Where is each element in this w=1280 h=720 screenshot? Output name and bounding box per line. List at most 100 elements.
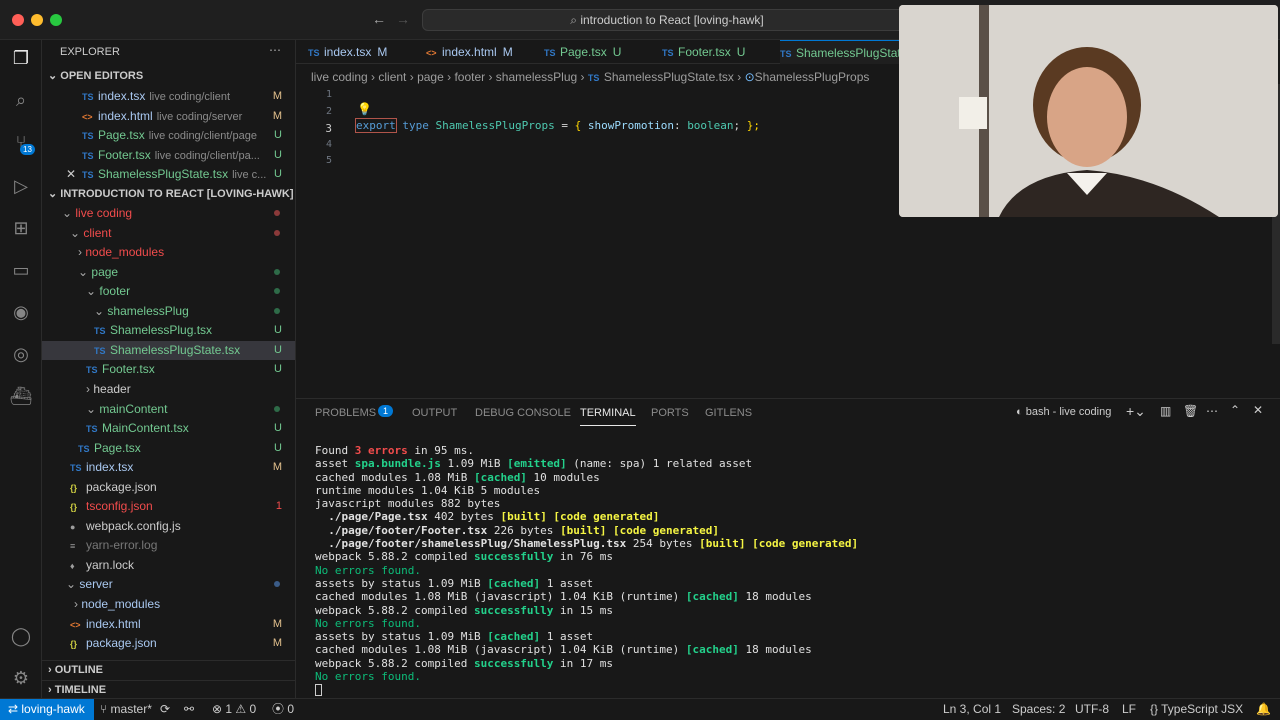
close-window-button[interactable] [12, 14, 24, 26]
forward-arrow-icon[interactable]: → [396, 11, 410, 27]
breadcrumb-item[interactable]: client [378, 70, 406, 84]
outline-section[interactable]: › OUTLINE [42, 660, 295, 679]
account-icon[interactable]: ◯ [9, 624, 33, 648]
minimize-window-button[interactable] [31, 14, 43, 26]
terminal-output[interactable]: Found 3 errors in 95 ms. asset spa.bundle… [315, 444, 858, 683]
open-editor-item[interactable]: ✕ TS ShamelessPlugState.tsx live c... U [42, 165, 295, 184]
split-terminal-icon[interactable]: ▥ [1160, 404, 1171, 418]
breadcrumb-item[interactable]: ShamelessPlugState.tsx [604, 70, 734, 84]
terminal-selector[interactable]: ◐ bash - live coding [1016, 406, 1111, 418]
editor-tab[interactable]: TS ShamelessPlugStat [780, 40, 901, 64]
file-tree-item[interactable]: TS index.tsx M [42, 458, 295, 477]
file-tree-item[interactable]: › node_modules [42, 243, 295, 262]
panel-tab[interactable]: TERMINAL [580, 407, 636, 426]
panel-tab[interactable]: OUTPUT [412, 407, 457, 419]
new-terminal-icon[interactable]: +⌄ [1126, 403, 1146, 420]
file-tree-item[interactable]: › header [42, 380, 295, 399]
terminal-text: in 95 ms. [407, 444, 474, 457]
extensions-icon[interactable]: ⊞ [9, 216, 33, 240]
breadcrumb-item[interactable]: page [417, 70, 444, 84]
open-editors-header[interactable]: ⌄ OPEN EDITORS [42, 67, 295, 86]
back-arrow-icon[interactable]: ← [372, 11, 386, 27]
terminal-text: 10 modules [526, 470, 600, 484]
file-tree-item[interactable]: ⌄ shamelessPlug [42, 302, 295, 321]
file-tree-item[interactable]: TS ShamelessPlugState.tsx U [42, 340, 295, 360]
open-editor-item[interactable]: TS index.tsx live coding/client M [42, 87, 295, 106]
problems-indicator[interactable]: ⊗ 1 ⚠ 0 [212, 699, 256, 719]
maximize-panel-icon[interactable]: ⌃ [1230, 403, 1240, 417]
file-tree-item[interactable]: TS Footer.tsx U [42, 360, 295, 379]
breadcrumb-item[interactable]: live coding [311, 70, 368, 84]
encoding[interactable]: UTF-8 [1075, 699, 1109, 719]
panel-tab[interactable]: GITLENS [705, 407, 752, 419]
panel-tab[interactable]: PORTS [651, 407, 689, 419]
more-actions-icon[interactable]: ⋯ [269, 43, 281, 57]
file-tree-item[interactable]: ⌄ live coding [42, 204, 295, 223]
file-tree-item[interactable]: {} package.json M [42, 634, 295, 653]
more-actions-icon[interactable]: ⋯ [1206, 404, 1218, 418]
gitlens-icon[interactable]: ◉ [9, 300, 33, 324]
file-name: index.html [86, 616, 141, 631]
editor-tab[interactable]: TS Page.tsx U [544, 40, 621, 64]
file-tree-item[interactable]: <> index.html M [42, 615, 295, 634]
gitlens-inspect-icon[interactable]: ◎ [9, 342, 33, 366]
file-name: package.json [86, 636, 157, 651]
project-header[interactable]: ⌄ INTRODUCTION TO REACT [LOVING-HAWK] [42, 185, 295, 204]
notifications-icon[interactable]: 🔔 [1256, 699, 1271, 719]
close-panel-icon[interactable]: ✕ [1253, 403, 1263, 417]
remote-indicator[interactable]: ⇄ loving-hawk [0, 699, 94, 720]
file-tree-item[interactable]: ♦ yarn.lock [42, 556, 295, 575]
file-tree-item[interactable]: ⌄ server [42, 575, 295, 594]
editor-tab[interactable]: <> index.html M [426, 40, 513, 64]
open-editor-item[interactable]: TS Page.tsx live coding/client/page U [42, 126, 295, 145]
breadcrumb-item[interactable]: footer [454, 70, 485, 84]
file-name: yarn.lock [86, 557, 135, 572]
remote-explorer-icon[interactable]: ▭ [9, 258, 33, 282]
file-tree-item[interactable]: TS MainContent.tsx U [42, 419, 295, 438]
language-mode[interactable]: {} TypeScript JSX [1150, 699, 1243, 719]
editor-tab[interactable]: TS Footer.tsx U [662, 40, 745, 64]
ports-indicator[interactable]: ⦿ 0 [272, 699, 294, 719]
timeline-section[interactable]: › TIMELINE [42, 680, 295, 698]
terminal-text: 3 errors [354, 444, 408, 457]
file-tree-item[interactable]: ⌄ client [42, 224, 295, 243]
webcam-overlay [899, 5, 1278, 217]
maximize-window-button[interactable] [50, 14, 62, 26]
end-of-line[interactable]: LF [1122, 699, 1136, 719]
indentation[interactable]: Spaces: 2 [1012, 699, 1065, 719]
search-icon[interactable]: ⌕ [9, 88, 33, 112]
file-tree-item[interactable]: ● webpack.config.js [42, 517, 295, 536]
cursor-position[interactable]: Ln 3, Col 1 [943, 699, 1001, 719]
explorer-sidebar: EXPLORER ⋯ ⌄ OPEN EDITORS TS index.tsx liv… [42, 40, 296, 698]
terminal-line: No errors found. [315, 564, 858, 577]
open-editor-item[interactable]: <> index.html live coding/server M [42, 107, 295, 126]
file-tree-item[interactable]: ⌄ mainContent [42, 400, 295, 419]
file-tree-item[interactable]: ⌄ page [42, 263, 295, 282]
file-tree-item[interactable]: TS ShamelessPlug.tsx U [42, 321, 295, 340]
settings-gear-icon[interactable]: ⚙ [9, 666, 33, 690]
open-editor-item[interactable]: TS Footer.tsx live coding/client/pa... U [42, 146, 295, 165]
terminal-text: No errors found. [315, 563, 421, 577]
breadcrumb-item[interactable]: shamelessPlug [496, 70, 577, 84]
file-tree-item[interactable]: ⌄ footer [42, 282, 295, 301]
sync-icon[interactable]: ⟳ [160, 699, 170, 719]
terminal-text: [cached] [685, 590, 739, 604]
file-tree-item[interactable]: ≡ yarn-error.log [42, 536, 295, 555]
editor-tab[interactable]: TS index.tsx M [308, 40, 387, 64]
file-tree-item[interactable]: {} package.json [42, 478, 295, 497]
panel-tab[interactable]: DEBUG CONSOLE [475, 407, 571, 419]
gitlens-status-icon[interactable]: ⚯ [184, 699, 194, 719]
file-tree-item[interactable]: TS Page.tsx U [42, 439, 295, 458]
close-icon[interactable]: ✕ [66, 165, 76, 184]
branch-indicator[interactable]: ⑂ master* [100, 699, 152, 719]
panel-tab[interactable]: PROBLEMS [315, 407, 376, 419]
run-debug-icon[interactable]: ▷ [9, 174, 33, 198]
trash-icon[interactable]: 🗑 [1183, 404, 1198, 418]
explorer-icon[interactable]: ❐ [9, 46, 33, 70]
file-tree-item[interactable]: › node_modules [42, 595, 295, 614]
file-tree-item[interactable]: {} tsconfig.json 1 [42, 497, 295, 516]
docker-icon[interactable]: ⛴ [9, 384, 33, 408]
command-center[interactable]: ⌕ introduction to React [loving-hawk] [422, 9, 912, 31]
breadcrumb-item[interactable]: ShamelessPlugProps [755, 70, 870, 84]
lightbulb-icon[interactable]: 💡 [357, 102, 372, 116]
